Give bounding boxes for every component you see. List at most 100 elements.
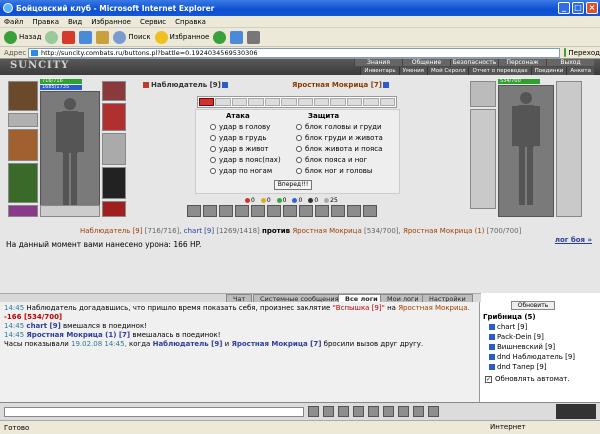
menu-view[interactable]: Вид xyxy=(68,18,82,26)
print-button[interactable] xyxy=(247,30,261,44)
left-player-name[interactable]: Наблюдатель [9] xyxy=(143,81,228,89)
menu-help[interactable]: Справка xyxy=(175,18,206,26)
nav-scroll[interactable]: Мой Скролл xyxy=(426,67,469,75)
translit-icon[interactable] xyxy=(368,406,379,417)
nav-skills[interactable]: Умения xyxy=(398,67,427,75)
vs-player-4[interactable]: Яростная Мокрица (1) xyxy=(403,227,485,235)
enemy-helmet-slot[interactable] xyxy=(470,81,496,107)
nav-profile[interactable]: Анкета xyxy=(566,67,594,75)
skill-icon[interactable] xyxy=(331,205,345,217)
clear-icon[interactable] xyxy=(338,406,349,417)
skill-icon[interactable] xyxy=(283,205,297,217)
home-button[interactable] xyxy=(96,30,110,44)
spell-slot[interactable] xyxy=(313,98,330,106)
user-item[interactable]: dnd Наблюдатель [9] xyxy=(489,353,575,361)
map-icon[interactable] xyxy=(413,406,424,417)
spell-slot[interactable] xyxy=(199,98,215,106)
skill-icon[interactable] xyxy=(203,205,217,217)
refresh-button[interactable]: Обновить xyxy=(511,301,555,310)
block-legs-head-radio[interactable]: блок ног и головы xyxy=(296,167,372,175)
shield-slot[interactable] xyxy=(102,133,126,165)
menu-tools[interactable]: Сервис xyxy=(140,18,166,26)
auto-refresh-checkbox[interactable]: ✓ Обновлять автомат. xyxy=(485,375,570,383)
block-chest-belly-radio[interactable]: блок груди и живота xyxy=(296,134,383,142)
belt-slot[interactable] xyxy=(8,205,38,217)
vs-player-1[interactable]: Наблюдатель [9] xyxy=(80,227,143,235)
address-input[interactable]: http://suncity.combats.ru/buttons.pl?bat… xyxy=(28,47,560,58)
block-waist-legs-radio[interactable]: блок пояса и ног xyxy=(296,156,367,164)
mail-button[interactable] xyxy=(230,30,244,44)
spell-slot[interactable] xyxy=(281,98,297,106)
attack-waist-radio[interactable]: удар в пояс(пах) xyxy=(210,156,281,164)
maximize-button[interactable]: □ xyxy=(572,2,584,14)
refresh-button[interactable] xyxy=(79,30,93,44)
settings-icon[interactable] xyxy=(398,406,409,417)
skill-icon[interactable] xyxy=(187,205,201,217)
exit-icon[interactable] xyxy=(428,406,439,417)
ring-slot[interactable] xyxy=(102,81,126,101)
filter-icon[interactable] xyxy=(353,406,364,417)
favorites-button[interactable]: Избранное xyxy=(154,30,209,44)
nav-knowledge[interactable]: Знания xyxy=(354,59,402,66)
info-icon[interactable] xyxy=(221,82,228,88)
spell-slot[interactable] xyxy=(248,98,264,106)
pants-slot[interactable] xyxy=(102,167,126,199)
spell-slot[interactable] xyxy=(231,98,248,106)
attack-chest-radio[interactable]: удар в грудь xyxy=(210,134,267,142)
skill-icon[interactable] xyxy=(347,205,361,217)
nav-inventory[interactable]: Инвентарь xyxy=(360,67,399,75)
menu-favorites[interactable]: Избранное xyxy=(91,18,131,26)
spell-slot[interactable] xyxy=(264,98,281,106)
minimize-button[interactable]: _ xyxy=(558,2,570,14)
attack-head-radio[interactable]: удар в голову xyxy=(210,123,270,131)
info-icon[interactable] xyxy=(382,82,389,88)
skill-icon[interactable] xyxy=(315,205,329,217)
skill-icon[interactable] xyxy=(299,205,313,217)
spell-slot[interactable] xyxy=(215,98,231,106)
nav-battles[interactable]: Поединки xyxy=(530,67,567,75)
close-button[interactable]: × xyxy=(586,2,598,14)
user-item[interactable]: chart [9] xyxy=(489,323,527,331)
attack-legs-radio[interactable]: удар по ногам xyxy=(210,167,272,175)
nav-exit[interactable]: Выход xyxy=(546,59,594,66)
attack-belly-radio[interactable]: удар в живот xyxy=(210,145,269,153)
spell-slot[interactable] xyxy=(346,98,363,106)
skill-icon[interactable] xyxy=(251,205,265,217)
spell-slot[interactable] xyxy=(330,98,346,106)
spell-slot[interactable] xyxy=(297,98,313,106)
helmet-slot[interactable] xyxy=(8,81,38,111)
menu-file[interactable]: Файл xyxy=(4,18,23,26)
enemy-weapon-slot[interactable] xyxy=(470,109,496,209)
nav-character[interactable]: Персонаж xyxy=(498,59,546,66)
go-button[interactable]: Переход xyxy=(560,48,600,57)
history-button[interactable] xyxy=(213,30,227,44)
battle-log-link[interactable]: лог боя » xyxy=(555,236,592,244)
nav-communication[interactable]: Общение xyxy=(402,59,450,66)
menu-edit[interactable]: Правка xyxy=(32,18,59,26)
left-extra-slot[interactable] xyxy=(40,205,100,217)
nav-security[interactable]: Безопасность xyxy=(450,59,498,66)
user-item[interactable]: dnd Тапер [9] xyxy=(489,363,547,371)
skill-icon[interactable] xyxy=(235,205,249,217)
block-belly-waist-radio[interactable]: блок живота и пояса xyxy=(296,145,382,153)
weapon-slot[interactable] xyxy=(8,129,38,161)
stop-button[interactable] xyxy=(62,30,76,44)
chat-input[interactable] xyxy=(4,406,304,417)
send-icon[interactable] xyxy=(308,406,319,417)
sound-icon[interactable] xyxy=(383,406,394,417)
spell-slot[interactable] xyxy=(379,98,396,106)
forward-button[interactable]: Вперед!!! xyxy=(274,180,312,190)
boots-slot[interactable] xyxy=(102,201,126,217)
user-item[interactable]: Вишневский [9] xyxy=(489,343,555,351)
search-button[interactable]: Поиск xyxy=(113,30,151,44)
amulet-slot[interactable] xyxy=(8,113,38,127)
armor-slot[interactable] xyxy=(8,163,38,203)
vs-player-3[interactable]: Яростная Мокрица xyxy=(292,227,361,235)
spell-slot[interactable] xyxy=(363,98,379,106)
vs-player-2[interactable]: chart [9] xyxy=(184,227,214,235)
user-item[interactable]: Pack-Dein [9] xyxy=(489,333,544,341)
skill-icon[interactable] xyxy=(219,205,233,217)
block-head-chest-radio[interactable]: блок головы и груди xyxy=(296,123,382,131)
skill-icon[interactable] xyxy=(267,205,281,217)
smile-icon[interactable] xyxy=(323,406,334,417)
